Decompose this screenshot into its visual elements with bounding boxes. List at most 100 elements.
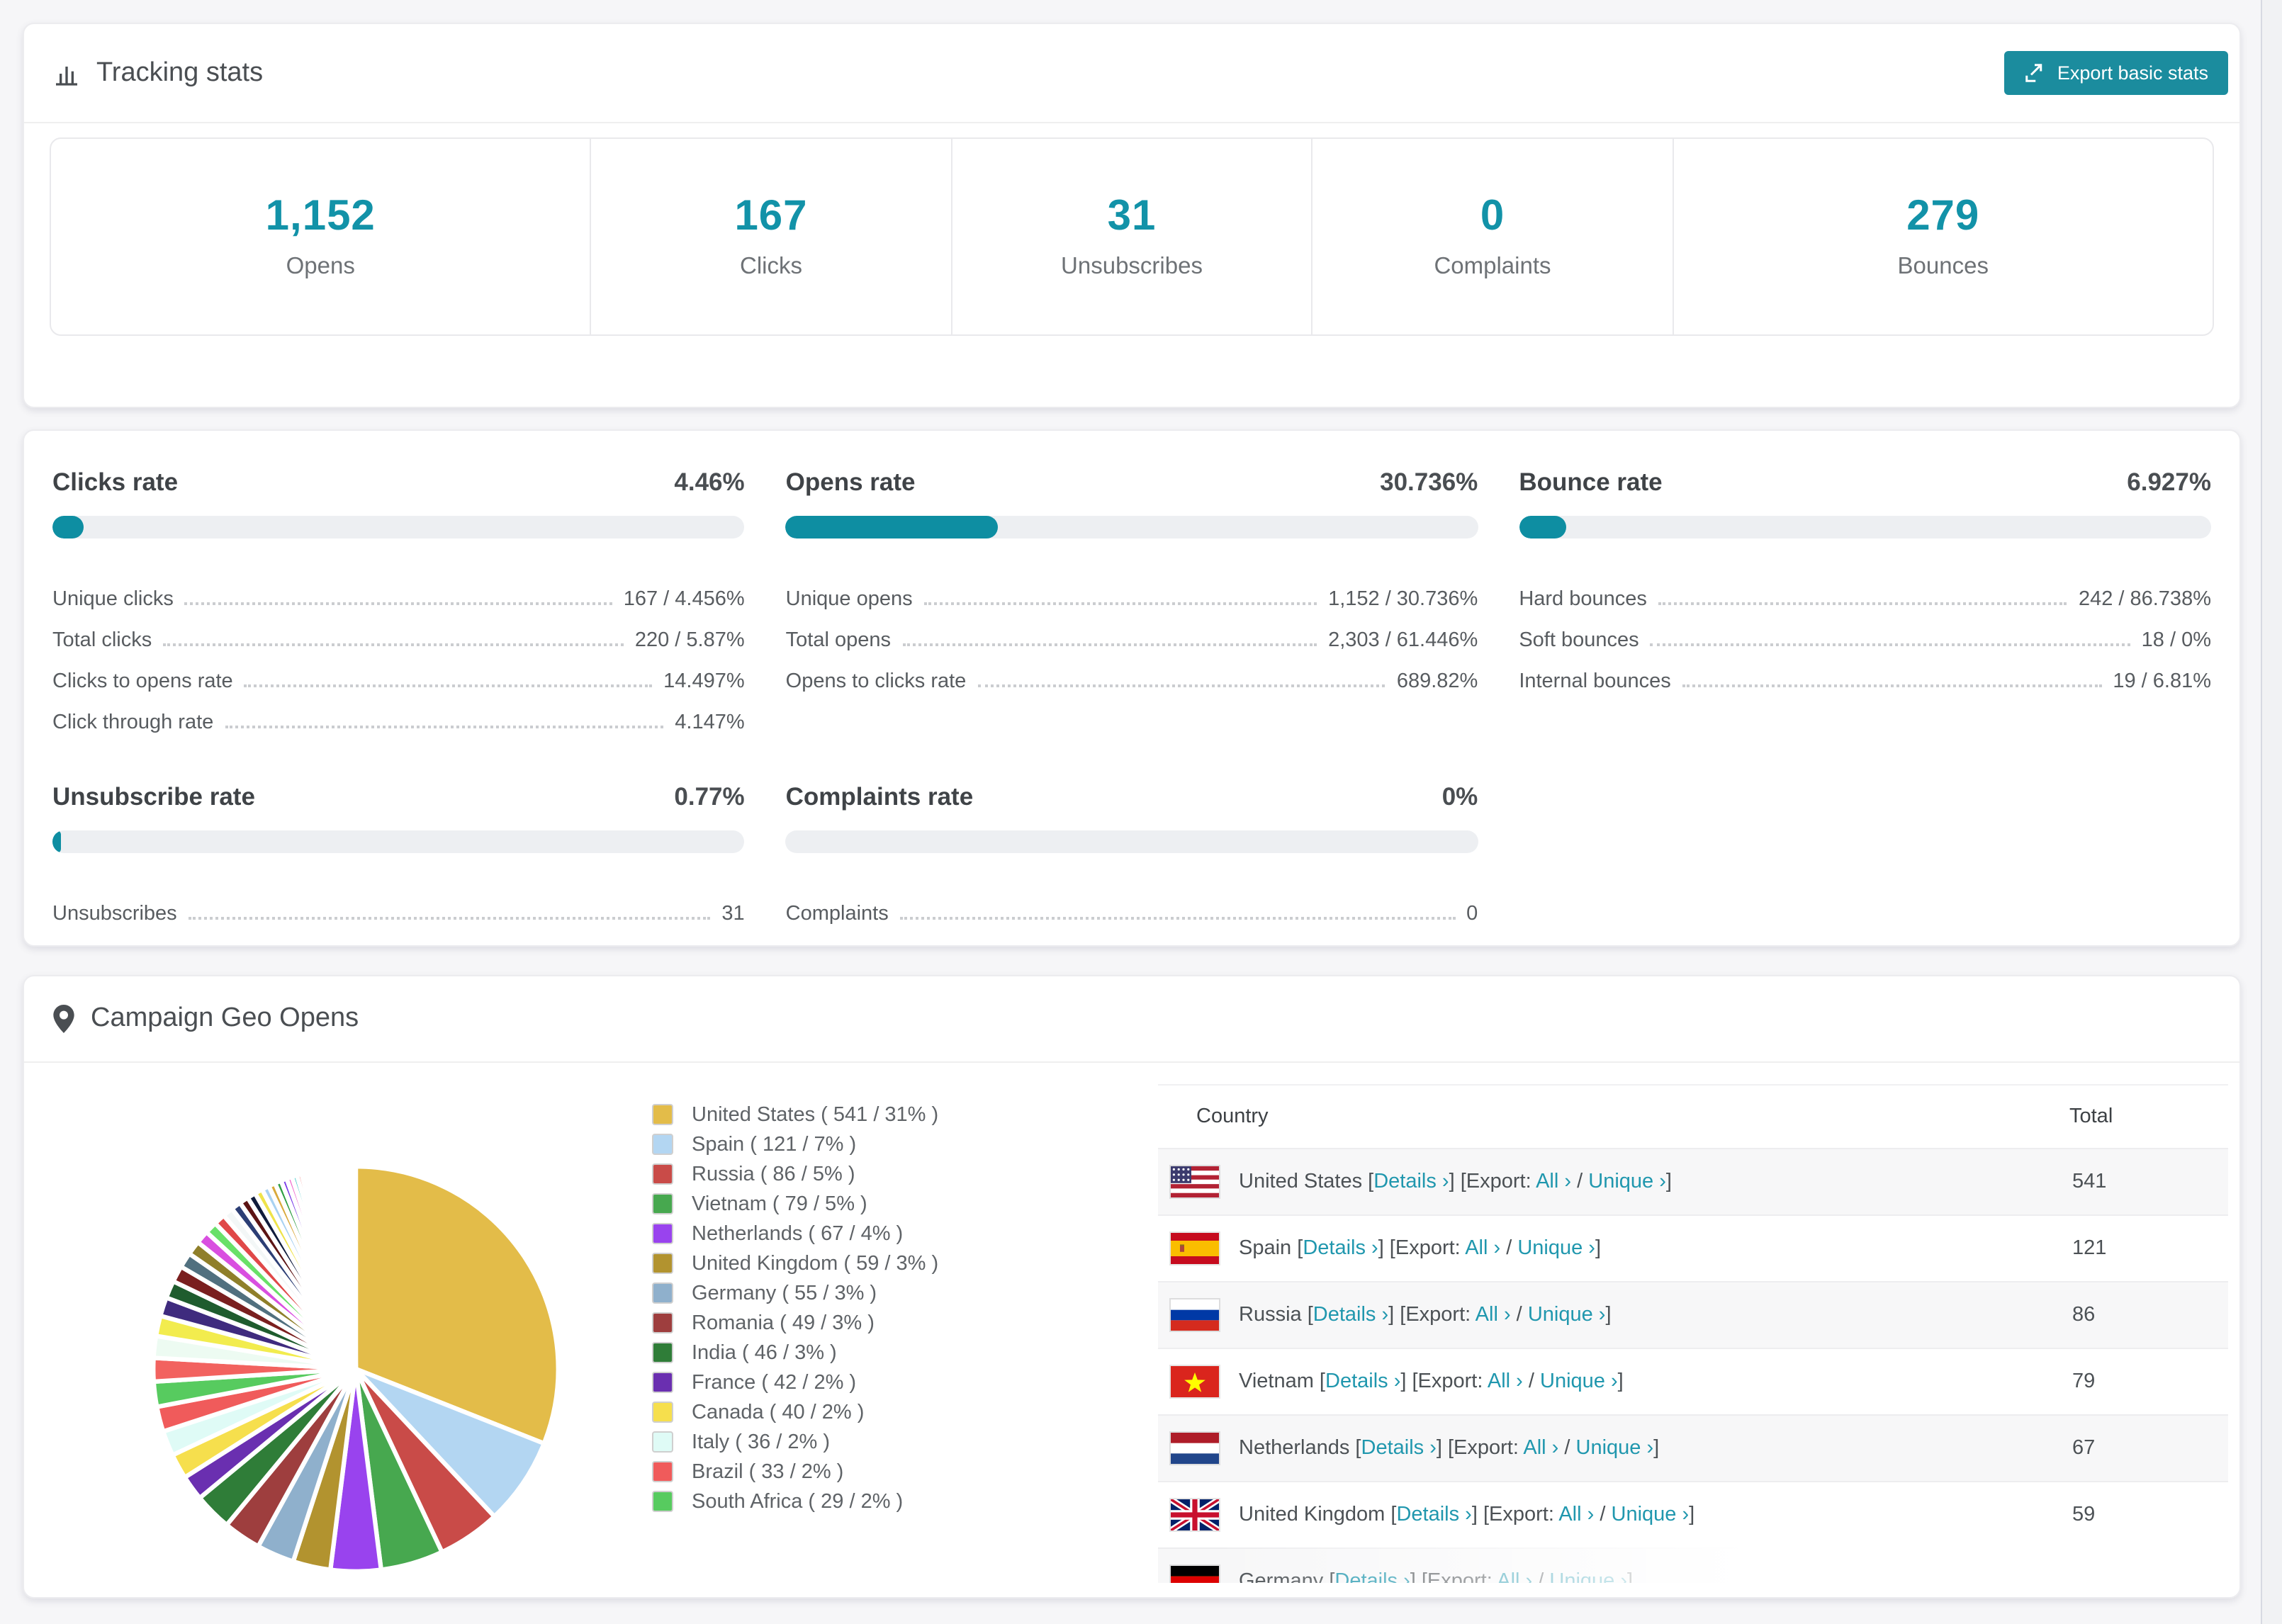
geo-total-value: 121 bbox=[2069, 1214, 2228, 1282]
dashboard-page: Tracking stats Export basic stats 1,152 O… bbox=[0, 0, 2282, 1624]
legend-label: South Africa ( 29 / 2% ) bbox=[692, 1490, 904, 1513]
rate-progress-track bbox=[1519, 516, 2211, 538]
legend-item-canada[interactable]: Canada ( 40 / 2% ) bbox=[652, 1397, 938, 1427]
dotted-leader bbox=[244, 684, 653, 687]
dotted-leader bbox=[977, 684, 1386, 687]
legend-item-spain[interactable]: Spain ( 121 / 7% ) bbox=[652, 1129, 938, 1159]
country-links: Russia [Details ›] [Export: All › / Uniq… bbox=[1239, 1304, 1612, 1326]
table-fade-overlay bbox=[1158, 1540, 2228, 1583]
stat-label: Complaints bbox=[1434, 254, 1551, 279]
legend-item-netherlands[interactable]: Netherlands ( 67 / 4% ) bbox=[652, 1219, 938, 1248]
legend-swatch bbox=[652, 1163, 673, 1185]
legend-swatch bbox=[652, 1134, 673, 1155]
rate-progress-track bbox=[52, 516, 745, 538]
legend-item-romania[interactable]: Romania ( 49 / 3% ) bbox=[652, 1308, 938, 1338]
rate-row-value: 2,303 / 61.446% bbox=[1328, 629, 1478, 652]
export-unique-link[interactable]: Unique › bbox=[1540, 1370, 1618, 1393]
export-all-link[interactable]: All › bbox=[1476, 1304, 1511, 1326]
export-all-link[interactable]: All › bbox=[1465, 1237, 1500, 1260]
geo-pie-chart[interactable] bbox=[143, 1156, 568, 1581]
geo-table-header-country: Country bbox=[1158, 1084, 2069, 1149]
details-link[interactable]: Details › bbox=[1313, 1304, 1388, 1326]
legend-item-united-kingdom[interactable]: United Kingdom ( 59 / 3% ) bbox=[652, 1248, 938, 1278]
pie-slice-other[interactable] bbox=[352, 1164, 359, 1370]
rate-row: Unique clicks 167 / 4.456% bbox=[52, 570, 745, 611]
details-link[interactable]: Details › bbox=[1361, 1437, 1437, 1460]
gb-flag-icon bbox=[1171, 1499, 1219, 1530]
stat-value: 279 bbox=[1906, 193, 1980, 239]
summary-stat-complaints: 0 Complaints bbox=[1311, 139, 1673, 334]
legend-swatch bbox=[652, 1372, 673, 1393]
export-unique-link[interactable]: Unique › bbox=[1517, 1237, 1595, 1260]
nl-flag-icon bbox=[1171, 1433, 1219, 1464]
rate-row-label: Internal bounces bbox=[1519, 670, 1671, 693]
dotted-leader bbox=[902, 643, 1317, 646]
rate-row-label: Total opens bbox=[785, 629, 891, 652]
legend-item-india[interactable]: India ( 46 / 3% ) bbox=[652, 1338, 938, 1368]
legend-item-russia[interactable]: Russia ( 86 / 5% ) bbox=[652, 1159, 938, 1189]
stat-label: Unsubscribes bbox=[1061, 254, 1203, 279]
details-link[interactable]: Details › bbox=[1396, 1504, 1471, 1526]
tracking-stats-title-text: Tracking stats bbox=[96, 57, 264, 87]
legend-swatch bbox=[652, 1491, 673, 1512]
geo-total-value: 541 bbox=[2069, 1148, 2228, 1215]
rate-row-label: Opens to clicks rate bbox=[785, 670, 967, 693]
details-link[interactable]: Details › bbox=[1303, 1237, 1378, 1260]
rate-row-value: 19 / 6.81% bbox=[2113, 670, 2211, 693]
legend-item-italy[interactable]: Italy ( 36 / 2% ) bbox=[652, 1427, 938, 1457]
legend-item-germany[interactable]: Germany ( 55 / 3% ) bbox=[652, 1278, 938, 1308]
legend-item-vietnam[interactable]: Vietnam ( 79 / 5% ) bbox=[652, 1189, 938, 1219]
legend-label: France ( 42 / 2% ) bbox=[692, 1371, 857, 1394]
rate-value: 4.46% bbox=[674, 468, 745, 496]
legend-item-south-africa[interactable]: South Africa ( 29 / 2% ) bbox=[652, 1487, 938, 1516]
dotted-leader bbox=[1650, 643, 2130, 646]
export-basic-stats-button[interactable]: Export basic stats bbox=[2004, 51, 2228, 95]
rate-row-value: 242 / 86.738% bbox=[2078, 588, 2211, 611]
export-all-link[interactable]: All › bbox=[1523, 1437, 1558, 1460]
details-link[interactable]: Details › bbox=[1325, 1370, 1400, 1393]
legend-swatch bbox=[652, 1282, 673, 1304]
map-pin-icon bbox=[52, 1005, 75, 1033]
rate-title: Opens rate bbox=[785, 468, 916, 496]
export-unique-link[interactable]: Unique › bbox=[1576, 1437, 1654, 1460]
export-unique-link[interactable]: Unique › bbox=[1588, 1171, 1666, 1193]
country-links: Netherlands [Details ›] [Export: All › /… bbox=[1239, 1437, 1660, 1460]
geo-content: United States ( 541 / 31% ) Spain ( 121 /… bbox=[24, 1063, 2239, 1587]
rate-progress-fill bbox=[1519, 516, 1567, 538]
dotted-leader bbox=[163, 643, 624, 646]
legend-label: Romania ( 49 / 3% ) bbox=[692, 1312, 875, 1334]
legend-swatch bbox=[652, 1402, 673, 1423]
rate-row: Unique opens 1,152 / 30.736% bbox=[786, 570, 1478, 611]
export-all-link[interactable]: All › bbox=[1536, 1171, 1571, 1193]
export-all-link[interactable]: All › bbox=[1558, 1504, 1594, 1526]
rate-block-opens-rate: Opens rate 30.736% Unique opens 1,152 / 30.… bbox=[785, 468, 1478, 734]
export-unique-link[interactable]: Unique › bbox=[1612, 1504, 1690, 1526]
export-unique-link[interactable]: Unique › bbox=[1528, 1304, 1606, 1326]
rate-row-value: 220 / 5.87% bbox=[634, 629, 745, 652]
export-all-link[interactable]: All › bbox=[1488, 1370, 1523, 1393]
geo-table: Country Total United States [Details ›] … bbox=[1158, 1084, 2228, 1583]
summary-stat-bounces: 279 Bounces bbox=[1672, 139, 2213, 334]
rate-row: Soft bounces 18 / 0% bbox=[1519, 611, 2211, 652]
geo-table-row-united-kingdom: United Kingdom [Details ›] [Export: All … bbox=[1158, 1481, 2228, 1548]
rate-progress-track bbox=[52, 830, 745, 853]
rates-card: Clicks rate 4.46% Unique clicks 167 / 4.456… bbox=[23, 429, 2241, 947]
country-links: Vietnam [Details ›] [Export: All › / Uni… bbox=[1239, 1370, 1624, 1393]
geo-opens-card: Campaign Geo Opens United States ( 541 /… bbox=[23, 975, 2241, 1598]
dotted-leader bbox=[899, 917, 1456, 920]
rate-row-value: 4.147% bbox=[675, 711, 745, 734]
tracking-stats-card: Tracking stats Export basic stats 1,152 O… bbox=[23, 23, 2241, 408]
legend-item-united-states[interactable]: United States ( 541 / 31% ) bbox=[652, 1100, 938, 1129]
legend-swatch bbox=[652, 1461, 673, 1482]
legend-swatch bbox=[652, 1193, 673, 1214]
legend-item-france[interactable]: France ( 42 / 2% ) bbox=[652, 1368, 938, 1397]
bar-chart-icon bbox=[52, 59, 81, 87]
details-link[interactable]: Details › bbox=[1373, 1171, 1449, 1193]
legend-label: Germany ( 55 / 3% ) bbox=[692, 1282, 877, 1304]
stat-value: 31 bbox=[1107, 193, 1157, 239]
page-scrollbar[interactable] bbox=[2261, 0, 2282, 1624]
rate-progress-track bbox=[785, 516, 1478, 538]
rate-row: Hard bounces 242 / 86.738% bbox=[1519, 570, 2211, 611]
legend-item-brazil[interactable]: Brazil ( 33 / 2% ) bbox=[652, 1457, 938, 1487]
legend-swatch bbox=[652, 1431, 673, 1453]
